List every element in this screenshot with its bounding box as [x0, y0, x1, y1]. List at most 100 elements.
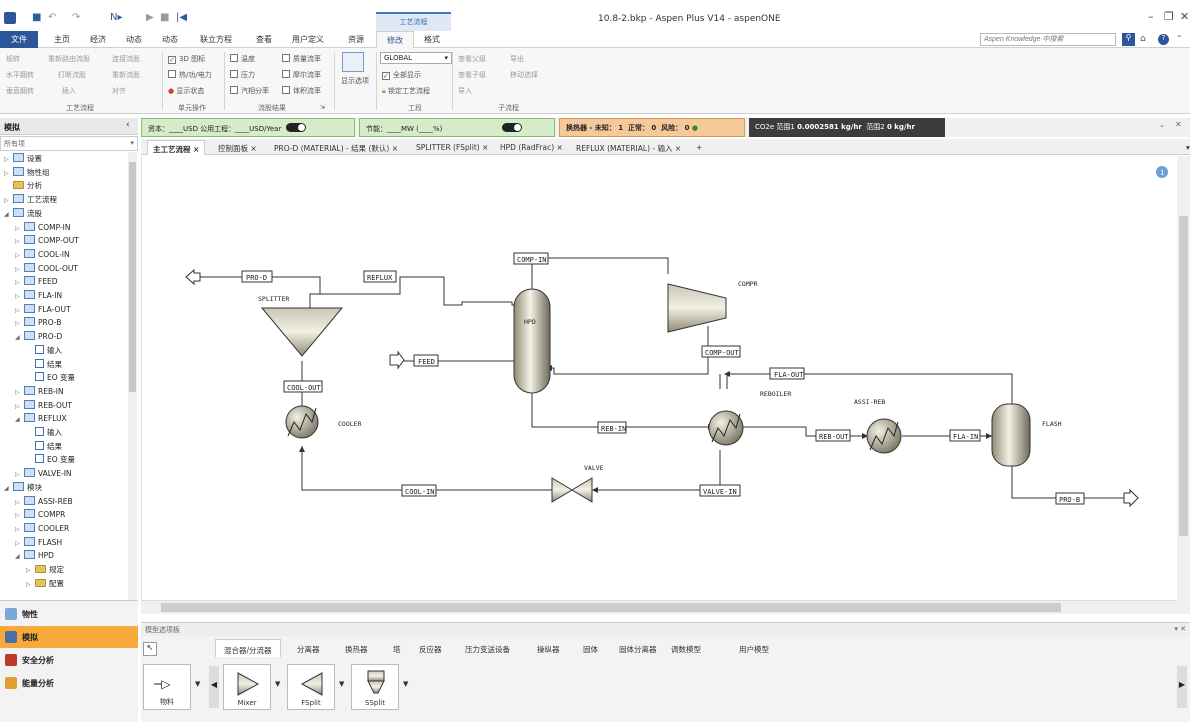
banner-close-icon[interactable]: ✕	[1175, 120, 1182, 129]
tree-item[interactable]: ▷ VALVE-IN	[15, 468, 72, 481]
palette-tab[interactable]: 分离器	[289, 639, 328, 657]
tab-modify[interactable]: 修改	[376, 31, 414, 48]
palette-tab[interactable]: 固体	[575, 639, 606, 657]
undo-icon[interactable]: ↶	[48, 12, 56, 23]
palette-scroll-right-icon[interactable]: ▶	[1177, 666, 1187, 708]
tree-expander-icon[interactable]: ◢	[4, 211, 13, 218]
tree-item[interactable]: ◢ REFLUX	[15, 413, 67, 426]
save-icon[interactable]: ■	[32, 12, 41, 23]
tab-home[interactable]: 主页	[44, 31, 80, 48]
view-parent-button[interactable]: 查看父级	[458, 54, 486, 64]
help-icon[interactable]: ?	[1158, 34, 1169, 45]
tree-item[interactable]: ▷ COOL-OUT	[15, 262, 78, 276]
tree-item[interactable]: ▷ 设置	[4, 153, 42, 166]
label-comp-out[interactable]: COMP-OUT	[705, 349, 740, 357]
label-feed[interactable]: FEED	[418, 358, 435, 366]
tree-scrollbar[interactable]	[128, 152, 137, 600]
export-button[interactable]: 导出	[510, 54, 524, 64]
tree-item[interactable]: ▷ COMP-OUT	[15, 235, 79, 248]
lock-flowsheet-button[interactable]: 🔒︎ 锁定工艺流程	[382, 86, 430, 96]
tab-dynamics[interactable]: 动态	[116, 31, 152, 48]
ssplit-dropdown-icon[interactable]: ▼	[403, 680, 408, 688]
redo-icon[interactable]: ↷	[72, 12, 80, 23]
import-button[interactable]: 导入	[458, 86, 472, 96]
palette-material-stream[interactable]: ─▷ 物料	[143, 664, 191, 710]
tree-item[interactable]: ▷ 物性组	[4, 166, 50, 180]
tree-item[interactable]: 结果	[26, 358, 62, 372]
tree-expander-icon[interactable]: ▷	[15, 389, 24, 396]
tree-expander-icon[interactable]: ▷	[26, 581, 35, 588]
tab-format[interactable]: 格式	[414, 31, 450, 48]
tree-expander-icon[interactable]: ▷	[15, 307, 24, 314]
tab-equation-oriented[interactable]: 联立方程	[190, 31, 242, 48]
tabs-dropdown-icon[interactable]: ▾	[1181, 140, 1190, 155]
reset-icon[interactable]: |◀	[176, 12, 187, 23]
tree-item[interactable]: 结果	[26, 440, 62, 454]
show-status-button[interactable]: ● 显示状态	[168, 86, 204, 96]
tree-item[interactable]: ▷ FEED	[15, 276, 58, 289]
palette-tab[interactable]: 换热器	[337, 639, 376, 657]
tree-expander-icon[interactable]: ▷	[4, 197, 13, 204]
tree-expander-icon[interactable]: ▷	[15, 512, 24, 519]
chk-mole-flow[interactable]: 摩尔流率	[282, 70, 321, 80]
label-cool-out[interactable]: COOL-OUT	[287, 384, 322, 392]
tree-expander-icon[interactable]: ▷	[15, 266, 24, 273]
tree-expander-icon[interactable]: ◢	[15, 334, 24, 341]
tree-item[interactable]: ▷ FLA-IN	[15, 290, 62, 303]
tab-resources[interactable]: 资源	[338, 31, 374, 48]
economics-banner[interactable]: 资本：____USD 公用工程：____USD/Year	[141, 118, 355, 137]
join-button[interactable]: 重新流股	[112, 70, 140, 80]
pane-safety[interactable]: 安全分析	[0, 649, 138, 671]
label-cool-in[interactable]: COOL-IN	[405, 488, 435, 496]
tree-item[interactable]: ▷ PRO-B	[15, 317, 61, 330]
palette-tab[interactable]: 混合器/分流器	[215, 639, 281, 657]
palette-tab[interactable]: 调数模型	[663, 639, 709, 657]
tree-item[interactable]: ◢ PRO-D	[15, 331, 62, 344]
palette-tab[interactable]: 压力变送设备	[457, 639, 518, 657]
nav-collapse-icon[interactable]: ‹	[126, 120, 130, 130]
canvas-hscrollbar[interactable]	[141, 600, 1177, 614]
align-button[interactable]: 对齐	[112, 86, 126, 96]
insert-button[interactable]: 插入	[62, 86, 76, 96]
chk-vapor-fraction[interactable]: 汽相分率	[230, 86, 269, 96]
tree-expander-icon[interactable]: ▷	[15, 225, 24, 232]
minimize-button[interactable]: –	[1148, 10, 1154, 23]
tree-item[interactable]: ▷ COOLER	[15, 522, 69, 536]
tab-hpd[interactable]: HPD (RadFrac) ×	[495, 140, 568, 155]
label-fla-in[interactable]: FLA-IN	[953, 433, 978, 441]
restore-button[interactable]: ❐	[1164, 10, 1174, 23]
tree-item[interactable]: ◢ 流股	[4, 207, 42, 221]
tree-item[interactable]: ▷ FLASH	[15, 536, 62, 550]
chk-temperature[interactable]: 温度	[230, 54, 255, 64]
chk-heat-work[interactable]: 热/功/电力	[168, 70, 212, 80]
tree-item[interactable]: ▷ COMPR	[15, 509, 65, 522]
tree-item[interactable]: ▷ 规定	[26, 564, 64, 577]
tree-item[interactable]: ◢ HPD	[15, 550, 54, 563]
tree-expander-icon[interactable]: ▷	[15, 540, 24, 547]
pointer-tool-icon[interactable]: ↖	[143, 642, 157, 656]
energy-toggle[interactable]	[502, 123, 523, 132]
energy-banner[interactable]: 节能：____MW (____%)	[359, 118, 555, 137]
tab-dynamics-2[interactable]: 动态	[152, 31, 188, 48]
chk-show-all[interactable]: ✓ 全部显示	[382, 70, 421, 80]
label-valve-in[interactable]: VALVE-IN	[703, 488, 737, 496]
fsplit-dropdown-icon[interactable]: ▼	[339, 680, 344, 688]
pane-properties[interactable]: 物性	[0, 603, 138, 625]
home-icon[interactable]: ⌂	[1140, 34, 1146, 44]
detach-button[interactable]: 打断流股	[58, 70, 86, 80]
tree-expander-icon[interactable]: ▷	[15, 403, 24, 410]
palette-mixer[interactable]: Mixer	[223, 664, 271, 710]
chk-3d-icons[interactable]: ✓ 3D 图标	[168, 54, 205, 64]
palette-fsplit[interactable]: FSplit	[287, 664, 335, 710]
tree-item[interactable]: ▷ REB-OUT	[15, 399, 72, 413]
mixer-dropdown-icon[interactable]: ▼	[275, 680, 280, 688]
tree-item[interactable]: EO 变量	[26, 454, 75, 467]
tree-item[interactable]: EO 变量	[26, 372, 75, 385]
tree-expander-icon[interactable]: ◢	[4, 485, 13, 492]
co2-banner[interactable]: CO2e 范围1 0.0002581 kg/hr 范围2 0 kg/hr	[749, 118, 945, 137]
nav-filter-select[interactable]: 所有项 ▾	[0, 136, 138, 151]
tree-item[interactable]: ▷ REB-IN	[15, 385, 64, 399]
tab-control-panel[interactable]: 控制面板 ×	[213, 140, 262, 155]
label-fla-out[interactable]: FLA-OUT	[774, 371, 804, 379]
tree-expander-icon[interactable]: ◢	[15, 416, 24, 423]
